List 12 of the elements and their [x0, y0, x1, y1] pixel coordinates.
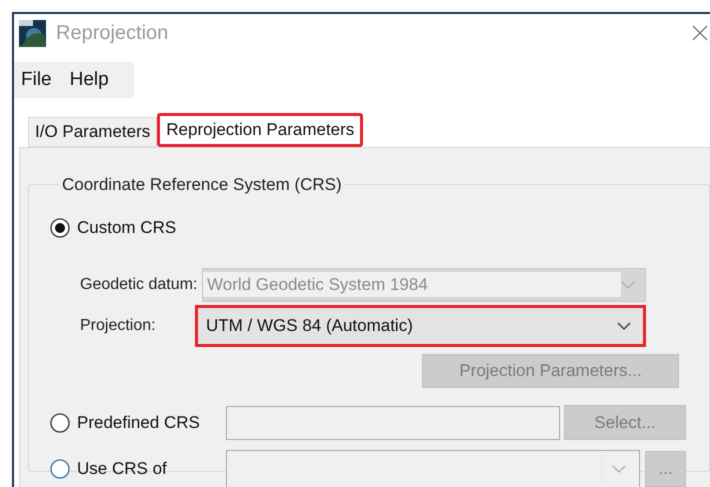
- window-title: Reprojection: [56, 21, 168, 46]
- menu-item[interactable]: Help: [70, 66, 109, 94]
- field-label: Geodetic datum:: [79, 274, 198, 294]
- radio-label: Predefined CRS: [77, 412, 200, 434]
- radio-label: Custom CRS: [77, 216, 176, 239]
- menu-item[interactable]: File: [21, 66, 52, 94]
- group-title: Coordinate Reference System (CRS): [61, 174, 343, 196]
- tab[interactable]: Reprojection Parameters: [157, 113, 364, 147]
- tab[interactable]: I/O Parameters: [28, 117, 158, 147]
- radio-label: Use CRS of: [77, 458, 167, 480]
- projection-dropdown[interactable]: UTM / WGS 84 (Automatic): [195, 304, 646, 346]
- field-label: Projection:: [79, 316, 157, 336]
